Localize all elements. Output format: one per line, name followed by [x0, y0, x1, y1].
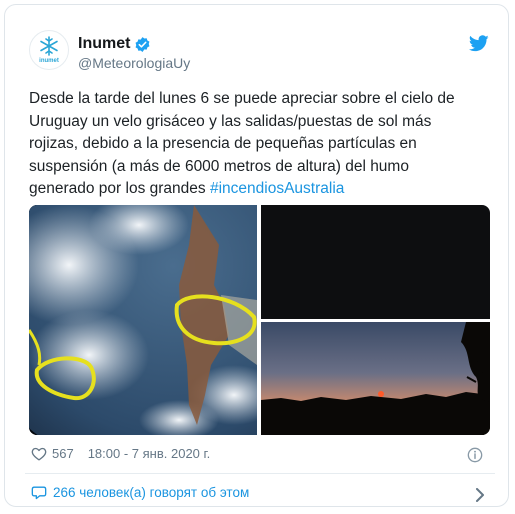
- avatar-text: inumet: [39, 58, 59, 64]
- conversation-count[interactable]: 266 человек(а) говорят об этом: [53, 485, 249, 500]
- snowflake-logo-icon: [40, 36, 58, 56]
- author-handle[interactable]: @MeteorologiaUy: [78, 55, 190, 71]
- chevron-right-icon[interactable]: [475, 488, 485, 502]
- tweet-card: inumet Inumet @MeteorologiaUy Desde la t…: [4, 4, 509, 507]
- author-name-row[interactable]: Inumet: [78, 35, 151, 53]
- verified-badge-icon: [136, 36, 150, 52]
- night-sky-photo[interactable]: [261, 205, 490, 319]
- heart-icon[interactable]: [31, 446, 47, 461]
- twitter-bird-icon[interactable]: [469, 35, 489, 52]
- media-grid: [29, 205, 490, 435]
- like-count[interactable]: 567: [52, 446, 74, 461]
- satellite-image[interactable]: [29, 205, 257, 435]
- tweet-meta: 567 18:00 - 7 янв. 2020 г.: [31, 446, 210, 461]
- speech-bubble-icon: [31, 486, 47, 500]
- sunset-photo[interactable]: [261, 322, 490, 435]
- tweet-text: Desde la tarde del lunes 6 se puede apre…: [29, 88, 469, 201]
- avatar[interactable]: inumet: [29, 30, 69, 70]
- conversation-link[interactable]: 266 человек(а) говорят об этом: [31, 485, 249, 500]
- hashtag-link[interactable]: #incendiosAustralia: [210, 180, 344, 197]
- divider: [25, 473, 495, 474]
- author-name[interactable]: Inumet: [78, 35, 130, 53]
- info-icon[interactable]: [467, 447, 483, 463]
- timestamp[interactable]: 18:00 - 7 янв. 2020 г.: [88, 446, 211, 461]
